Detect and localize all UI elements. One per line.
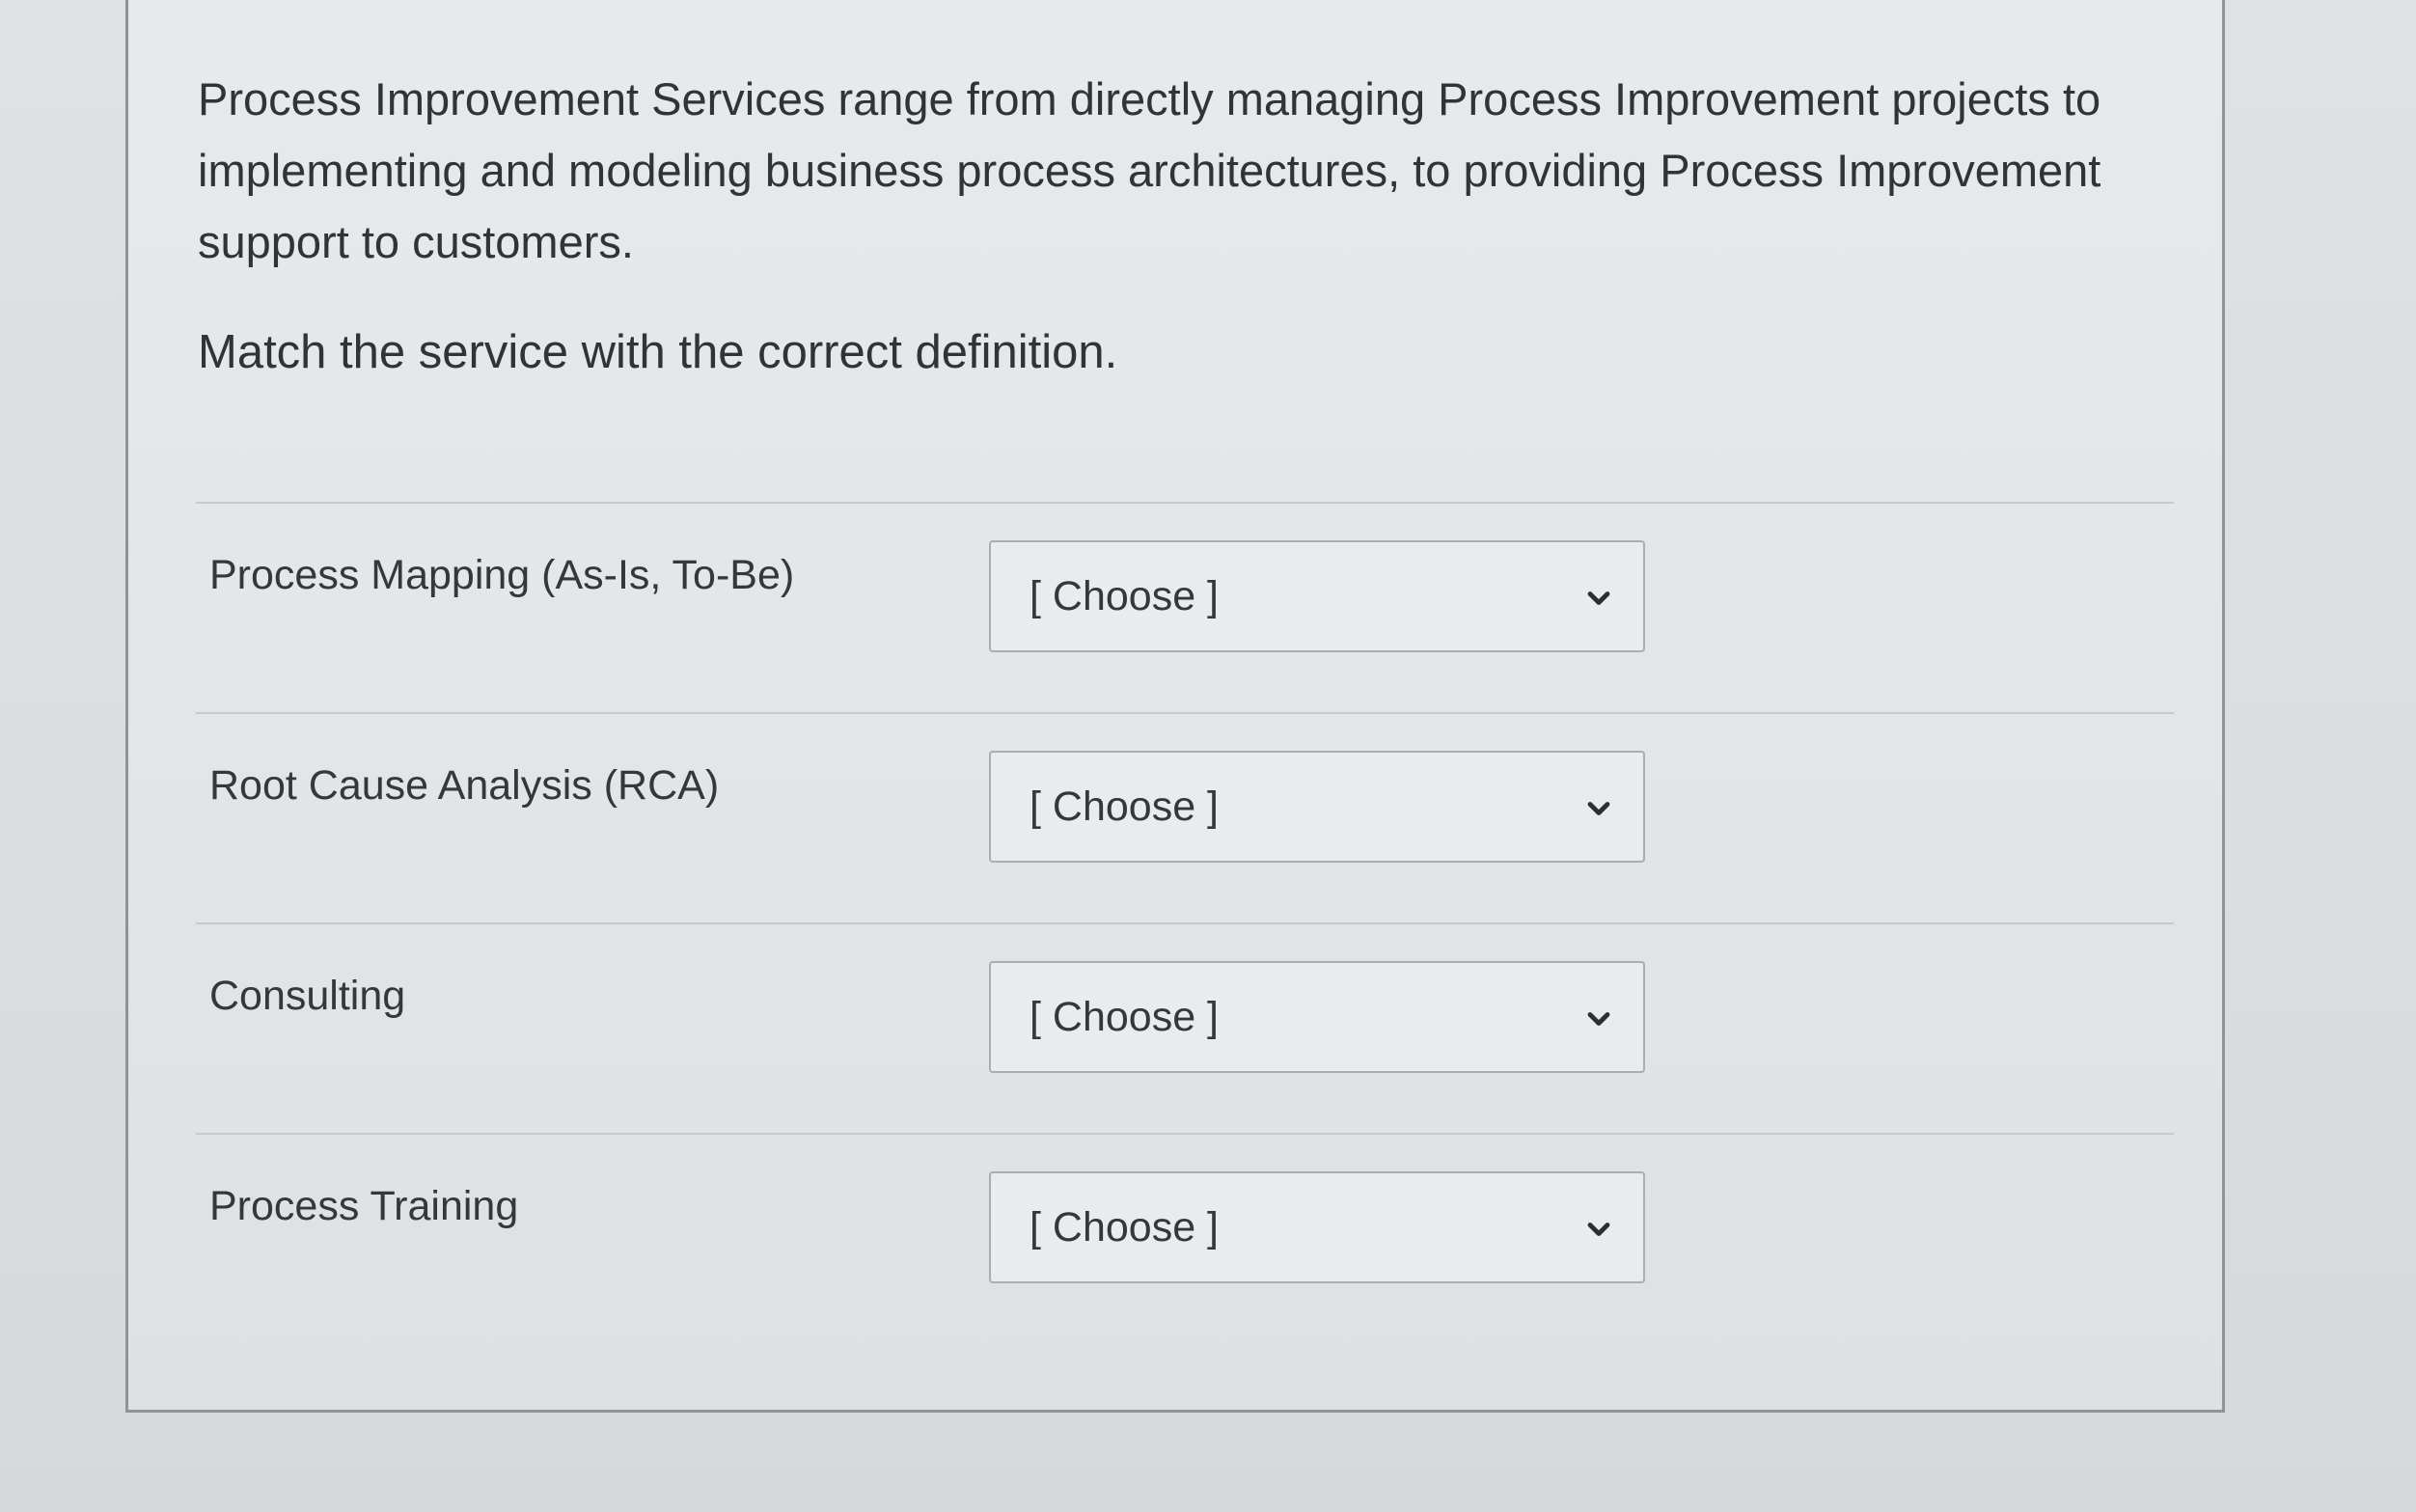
match-row-root-cause-analysis: Root Cause Analysis (RCA) [ Choose ] <box>196 716 2174 924</box>
question-instruction: Match the service with the correct defin… <box>198 326 1118 378</box>
match-row-consulting: Consulting [ Choose ] <box>196 926 2174 1135</box>
divider <box>196 502 2174 504</box>
match-prompt-label: Root Cause Analysis (RCA) <box>209 762 720 809</box>
question-panel: Process Improvement Services range from … <box>125 0 2225 1413</box>
dropdown-selected-value: [ Choose ] <box>1030 573 1219 619</box>
question-text: Process Improvement Services range from … <box>198 73 2101 267</box>
chevron-down-icon <box>1587 802 1610 815</box>
match-prompt-label: Process Mapping (As-Is, To-Be) <box>209 552 795 598</box>
dropdown-selected-value: [ Choose ] <box>1030 994 1219 1040</box>
chevron-down-icon <box>1587 591 1610 605</box>
match-prompt-label: Process Training <box>209 1183 519 1229</box>
divider <box>196 1133 2174 1135</box>
match-row-process-training: Process Training [ Choose ] <box>196 1137 2174 1345</box>
match-row-process-mapping: Process Mapping (As-Is, To-Be) [ Choose … <box>196 506 2174 714</box>
dropdown-selected-value: [ Choose ] <box>1030 1204 1219 1251</box>
chevron-down-icon <box>1587 1223 1610 1236</box>
divider <box>196 922 2174 924</box>
answer-dropdown[interactable]: [ Choose ] <box>989 540 1645 652</box>
dropdown-selected-value: [ Choose ] <box>1030 783 1219 830</box>
divider <box>196 712 2174 714</box>
answer-dropdown[interactable]: [ Choose ] <box>989 961 1645 1073</box>
answer-dropdown[interactable]: [ Choose ] <box>989 1171 1645 1283</box>
answer-dropdown[interactable]: [ Choose ] <box>989 751 1645 863</box>
chevron-down-icon <box>1587 1012 1610 1026</box>
match-prompt-label: Consulting <box>209 973 406 1019</box>
